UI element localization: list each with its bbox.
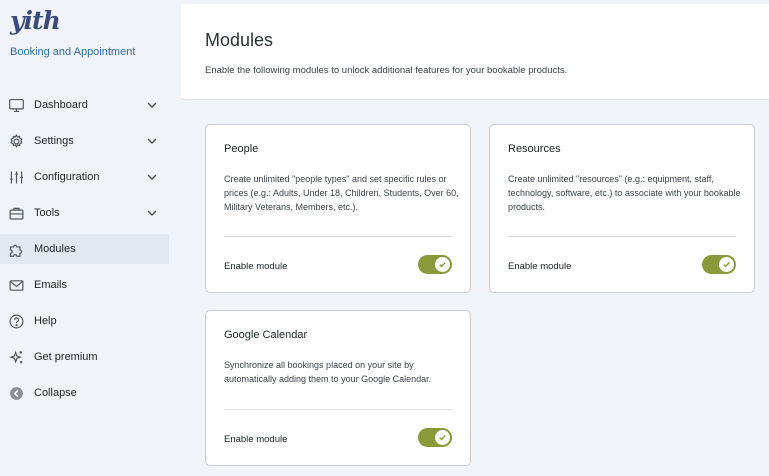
sidebar-nav: Dashboard Settings Configuration Tools M… (0, 90, 180, 414)
module-title: People (224, 143, 259, 155)
module-title: Resources (508, 143, 561, 155)
sidebar-item-label: Collapse (34, 387, 77, 399)
sidebar-item-emails[interactable]: Emails (0, 270, 180, 300)
gear-icon (7, 132, 25, 150)
sidebar-item-configuration[interactable]: Configuration (0, 162, 180, 192)
yith-logo[interactable]: yith (10, 6, 61, 35)
sidebar-item-help[interactable]: Help (0, 306, 180, 336)
checkmark-icon (723, 262, 730, 268)
enable-module-toggle-google-calendar[interactable] (418, 428, 452, 447)
toggle-knob (435, 257, 450, 272)
enable-module-label: Enable module (508, 261, 572, 272)
sidebar-item-get-premium[interactable]: Get premium (0, 342, 180, 372)
product-name: Booking and Appointment (10, 46, 136, 58)
module-description: Synchronize all bookings placed on your … (224, 360, 432, 384)
module-description: Create unlimited "people types" and set … (224, 174, 459, 212)
card-divider (224, 236, 452, 237)
module-card-people: People Create unlimited "people types" a… (205, 124, 471, 293)
collapse-arrow-icon (7, 384, 25, 402)
sidebar-item-label: Configuration (34, 171, 100, 183)
sidebar-item-modules[interactable]: Modules (0, 234, 169, 264)
envelope-icon (7, 276, 25, 294)
card-divider (224, 409, 452, 410)
sidebar-item-tools[interactable]: Tools (0, 198, 180, 228)
enable-module-toggle-resources[interactable] (702, 255, 736, 274)
sidebar-item-dashboard[interactable]: Dashboard (0, 90, 180, 120)
page-header: Modules Enable the following modules to … (181, 4, 769, 100)
main-content: Modules Enable the following modules to … (181, 4, 769, 476)
module-description: Create unlimited "resources" (e.g.: equi… (508, 174, 741, 212)
puzzle-icon (7, 240, 25, 258)
sidebar-item-label: Get premium (34, 351, 98, 363)
help-circle-icon (7, 312, 25, 330)
chevron-down-icon[interactable] (146, 135, 158, 147)
enable-module-toggle-people[interactable] (418, 255, 452, 274)
sidebar-item-settings[interactable]: Settings (0, 126, 180, 156)
sidebar-item-collapse[interactable]: Collapse (0, 378, 180, 408)
module-title: Google Calendar (224, 329, 308, 341)
monitor-icon (7, 96, 25, 114)
card-divider (508, 236, 736, 237)
sidebar-item-label: Dashboard (34, 99, 88, 111)
module-card-resources: Resources Create unlimited "resources" (… (489, 124, 755, 293)
enable-module-label: Enable module (224, 434, 288, 445)
toolbox-icon (7, 204, 25, 222)
chevron-down-icon[interactable] (146, 207, 158, 219)
chevron-down-icon[interactable] (146, 99, 158, 111)
enable-module-label: Enable module (224, 261, 288, 272)
sidebar-item-label: Emails (34, 279, 68, 291)
page-title: Modules (205, 30, 274, 50)
checkmark-icon (439, 435, 446, 441)
sidebar: yith Booking and Appointment Dashboard S… (0, 0, 180, 476)
toggle-knob (719, 257, 734, 272)
chevron-down-icon[interactable] (146, 171, 158, 183)
sidebar-item-label: Tools (34, 207, 60, 219)
checkmark-icon (439, 262, 446, 268)
sparkle-icon (7, 348, 25, 366)
page-description: Enable the following modules to unlock a… (205, 65, 568, 76)
toggle-knob (435, 430, 450, 445)
sidebar-item-label: Modules (34, 243, 76, 255)
module-card-google-calendar: Google Calendar Synchronize all bookings… (205, 310, 471, 466)
sidebar-item-label: Help (34, 315, 57, 327)
sliders-icon (7, 168, 25, 186)
sidebar-item-label: Settings (34, 135, 74, 147)
